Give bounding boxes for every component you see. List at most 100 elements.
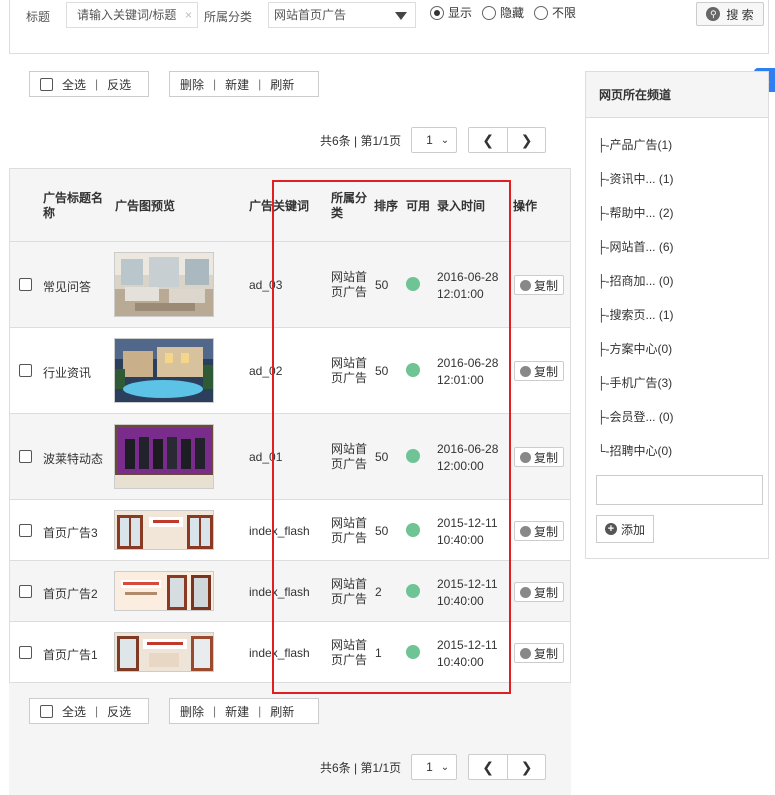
- window-product-image: [115, 633, 213, 671]
- channel-panel-title: 网页所在频道: [586, 72, 768, 118]
- visibility-radio-group: 显示 隐藏 不限: [430, 4, 576, 21]
- title-label: 标题: [26, 10, 51, 24]
- row-sort: 1: [375, 646, 382, 660]
- select-all-button[interactable]: 全选: [62, 703, 86, 720]
- row-checkbox[interactable]: [19, 524, 32, 537]
- clear-icon[interactable]: ×: [185, 3, 192, 27]
- ad-preview-image: [114, 510, 214, 550]
- search-button[interactable]: ⚲ 搜 索: [696, 2, 764, 26]
- pagination-bottom: 共6条 | 第1/1页 1 ⌄ ❮ ❯: [320, 754, 547, 780]
- category-select[interactable]: 网站首页广告: [268, 2, 416, 28]
- row-checkbox[interactable]: [19, 585, 32, 598]
- enabled-status-icon[interactable]: [406, 584, 420, 598]
- next-page-button[interactable]: ❯: [507, 755, 545, 779]
- ad-table: 广告标题名称 广告图预览 广告关键词 所属分类 排序 可用 录入时间 操作 常见…: [9, 168, 571, 683]
- page-select[interactable]: 1 ⌄: [411, 127, 458, 153]
- radio-hide[interactable]: 隐藏: [482, 4, 524, 21]
- ad-preview-image: [114, 571, 214, 611]
- radio-unchecked-icon: [534, 5, 549, 20]
- group-photo-image: [115, 425, 213, 488]
- channel-item[interactable]: ├-网站首... (6): [597, 238, 674, 255]
- channel-item[interactable]: ├-帮助中... (2): [597, 204, 674, 221]
- row-title: 波莱特动态: [43, 452, 104, 466]
- separator: |: [213, 77, 217, 91]
- new-button[interactable]: 新建: [225, 703, 249, 720]
- enabled-status-icon[interactable]: [406, 277, 420, 291]
- prev-page-button[interactable]: ❮: [469, 755, 507, 779]
- row-checkbox[interactable]: [19, 450, 32, 463]
- copy-label: 复制: [533, 278, 558, 293]
- row-keyword: index_flash: [249, 646, 310, 660]
- row-date: 2016-06-28: [437, 270, 499, 284]
- invert-selection-button[interactable]: 反选: [107, 703, 131, 720]
- invert-selection-button[interactable]: 反选: [107, 76, 131, 93]
- header-enabled: 可用: [406, 199, 431, 213]
- row-time: 12:01:00: [437, 373, 484, 387]
- next-page-button[interactable]: ❯: [507, 128, 545, 152]
- row-checkbox[interactable]: [19, 646, 32, 659]
- selection-toolbar-top: 全选 | 反选: [29, 71, 149, 97]
- filter-bar: 标题 请输入关键词/标题 × 所属分类 网站首页广告 显示 隐藏 不限 ⚲ 搜 …: [9, 0, 769, 54]
- channel-name-input[interactable]: [596, 475, 763, 505]
- separator: |: [258, 704, 262, 718]
- select-all-button[interactable]: 全选: [62, 76, 86, 93]
- channel-item[interactable]: ├-产品广告(1): [597, 136, 672, 153]
- radio-all[interactable]: 不限: [534, 4, 576, 21]
- copy-icon: [519, 525, 531, 537]
- refresh-button[interactable]: 刷新: [270, 703, 294, 720]
- copy-button[interactable]: 复制: [514, 521, 564, 541]
- enabled-status-icon[interactable]: [406, 645, 420, 659]
- add-channel-button[interactable]: + 添加: [596, 515, 654, 543]
- copy-button[interactable]: 复制: [514, 275, 564, 295]
- row-checkbox[interactable]: [19, 278, 32, 291]
- page-select[interactable]: 1 ⌄: [411, 754, 458, 780]
- delete-button[interactable]: 删除: [180, 703, 204, 720]
- ad-preview-image: [114, 252, 214, 317]
- copy-label: 复制: [533, 646, 558, 661]
- header-title: 广告标题名称: [43, 191, 104, 220]
- header-action: 操作: [513, 199, 538, 213]
- row-category: 网站首页广告: [331, 270, 368, 299]
- enabled-status-icon[interactable]: [406, 363, 420, 377]
- prev-page-button[interactable]: ❮: [469, 128, 507, 152]
- copy-button[interactable]: 复制: [514, 582, 564, 602]
- copy-button[interactable]: 复制: [514, 361, 564, 381]
- chevron-down-icon: ⌄: [440, 135, 450, 146]
- delete-button[interactable]: 删除: [180, 76, 204, 93]
- radio-show[interactable]: 显示: [430, 4, 472, 21]
- keyword-input[interactable]: 请输入关键词/标题 ×: [66, 2, 198, 28]
- channel-item[interactable]: ├-方案中心(0): [597, 340, 672, 357]
- row-date: 2016-06-28: [437, 442, 499, 456]
- row-checkbox[interactable]: [19, 364, 32, 377]
- separator: |: [213, 704, 217, 718]
- header-category: 所属分类: [331, 191, 368, 220]
- new-button[interactable]: 新建: [225, 76, 249, 93]
- row-title: 首页广告3: [43, 526, 98, 540]
- channel-item[interactable]: ├-手机广告(3): [597, 374, 672, 391]
- channel-item[interactable]: ├-资讯中... (1): [597, 170, 674, 187]
- select-all-checkbox[interactable]: [40, 704, 53, 718]
- row-time: 10:40:00: [437, 594, 484, 608]
- copy-icon: [519, 586, 531, 598]
- chevron-down-icon: ⌄: [440, 762, 450, 773]
- channel-item[interactable]: ├-会员登... (0): [597, 408, 674, 425]
- radio-unchecked-icon: [482, 5, 497, 20]
- row-category: 网站首页广告: [331, 356, 368, 385]
- channel-item[interactable]: └-招聘中心(0): [597, 442, 672, 459]
- channel-item[interactable]: ├-搜索页... (1): [597, 306, 674, 323]
- page-nav: ❮ ❯: [468, 754, 547, 780]
- row-title: 行业资讯: [43, 366, 92, 380]
- copy-icon: [519, 451, 531, 463]
- pagination-info: 共6条 | 第1/1页: [320, 133, 402, 148]
- enabled-status-icon[interactable]: [406, 523, 420, 537]
- refresh-button[interactable]: 刷新: [270, 76, 294, 93]
- row-sort: 50: [375, 524, 389, 538]
- copy-button[interactable]: 复制: [514, 643, 564, 663]
- enabled-status-icon[interactable]: [406, 449, 420, 463]
- row-title: 首页广告1: [43, 648, 98, 662]
- copy-button[interactable]: 复制: [514, 447, 564, 467]
- channel-item[interactable]: ├-招商加... (0): [597, 272, 674, 289]
- copy-label: 复制: [533, 364, 558, 379]
- select-all-checkbox[interactable]: [40, 77, 53, 91]
- selection-toolbar-bottom: 全选 | 反选: [29, 698, 149, 724]
